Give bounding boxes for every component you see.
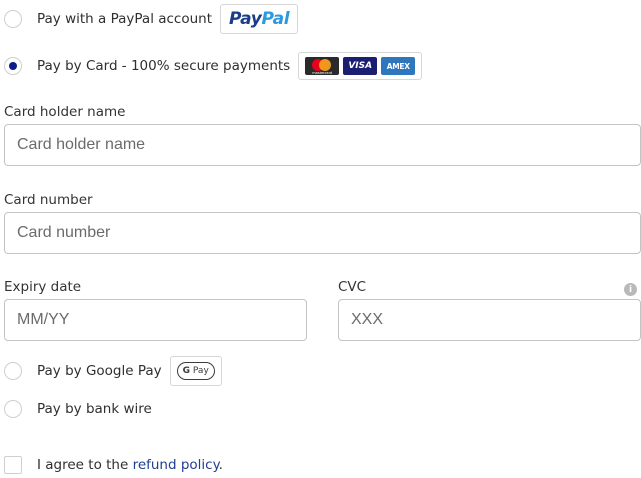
cvc-input[interactable]	[338, 299, 641, 341]
google-pay-option[interactable]: Pay by Google Pay G Pay	[4, 356, 222, 386]
terms-row: I agree to the refund policy.	[4, 456, 223, 474]
paypal-radio[interactable]	[4, 10, 22, 28]
expiry-date-label: Expiry date	[4, 279, 82, 295]
card-logos: mastercard VISA AMEX	[298, 52, 423, 80]
refund-policy-link[interactable]: refund policy	[133, 457, 219, 473]
cvc-label: CVC	[338, 279, 367, 295]
paypal-option-label: Pay with a PayPal account	[37, 11, 213, 27]
google-pay-label: Pay by Google Pay	[37, 363, 162, 379]
paypal-logo-pal: Pal	[261, 9, 290, 29]
bank-wire-label: Pay by bank wire	[37, 401, 152, 417]
terms-suffix: .	[218, 457, 223, 473]
card-option[interactable]: Pay by Card - 100% secure payments maste…	[4, 52, 423, 80]
bank-wire-option[interactable]: Pay by bank wire	[4, 400, 152, 418]
google-pay-logo-g: G	[182, 366, 191, 376]
google-pay-logo: G Pay	[169, 356, 222, 386]
card-holder-label: Card holder name	[4, 104, 126, 120]
mastercard-logo-text: mastercard	[312, 71, 333, 75]
terms-checkbox[interactable]	[4, 456, 22, 474]
amex-logo: AMEX	[381, 57, 416, 75]
bank-wire-radio[interactable]	[4, 400, 22, 418]
google-pay-radio[interactable]	[4, 362, 22, 380]
card-radio[interactable]	[4, 57, 22, 75]
mastercard-logo: mastercard	[305, 57, 340, 75]
paypal-logo-pay: Pay	[229, 9, 262, 29]
paypal-logo: PayPal	[220, 4, 299, 34]
terms-prefix: I agree to the	[37, 457, 133, 473]
google-pay-logo-pay: Pay	[192, 366, 209, 376]
card-option-label: Pay by Card - 100% secure payments	[37, 58, 291, 74]
visa-logo: VISA	[343, 57, 378, 75]
paypal-option[interactable]: Pay with a PayPal account PayPal	[4, 4, 299, 34]
card-holder-input[interactable]	[4, 124, 641, 166]
card-number-label: Card number	[4, 192, 93, 208]
card-number-input[interactable]	[4, 212, 641, 254]
info-icon[interactable]: i	[624, 283, 637, 296]
expiry-date-input[interactable]	[4, 299, 307, 341]
